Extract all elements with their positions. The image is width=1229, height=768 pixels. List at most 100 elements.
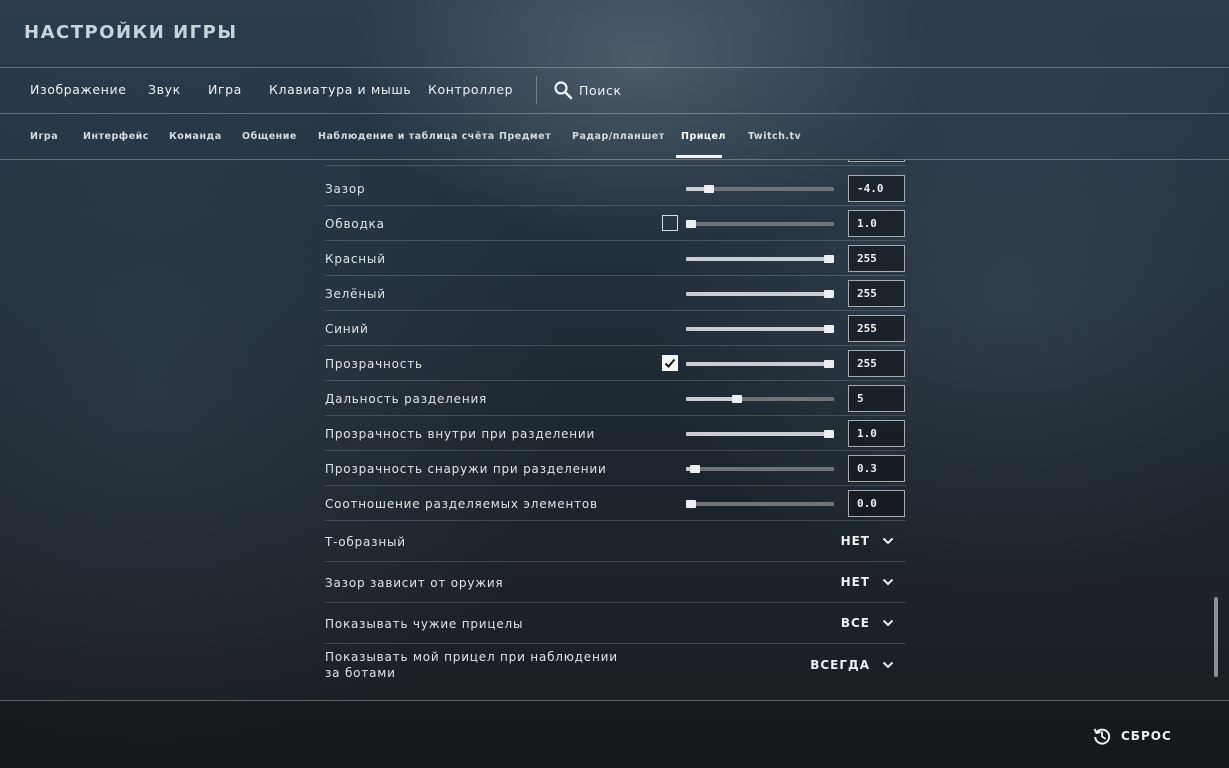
- setting-slider[interactable]: [686, 395, 834, 403]
- scrollbar-thumb[interactable]: [1214, 597, 1218, 677]
- slider-thumb[interactable]: [686, 500, 696, 508]
- setting-row: Соотношение разделяемых элементов 0.0: [325, 486, 906, 521]
- setting-checkbox[interactable]: [662, 355, 678, 371]
- setting-slider[interactable]: [686, 360, 834, 368]
- setting-slider[interactable]: [686, 185, 834, 193]
- setting-row: Прозрачность внутри при разделении 1.0: [325, 416, 906, 451]
- value-input[interactable]: -4.0: [848, 175, 905, 202]
- value-input[interactable]: 255: [848, 245, 905, 272]
- slider-thumb[interactable]: [704, 185, 714, 193]
- subtab-radar[interactable]: Радар/планшет: [572, 131, 665, 142]
- value-input[interactable]: 255: [848, 350, 905, 377]
- setting-label: Соотношение разделяемых элементов: [325, 496, 598, 511]
- settings-panel: Зазор -4.0 Обводка 1.0 Красный 255 Зелёный 255 С…: [0, 160, 1229, 700]
- setting-label: Синий: [325, 321, 369, 336]
- setting-row: Зазор -4.0: [325, 171, 906, 206]
- value-input[interactable]: 1.0: [848, 420, 905, 447]
- subtab-team[interactable]: Команда: [169, 131, 222, 142]
- setting-slider[interactable]: [686, 255, 834, 263]
- subtab-game[interactable]: Игра: [30, 131, 58, 142]
- subtab-crosshair[interactable]: Прицел: [681, 131, 726, 142]
- reset-label: СБРОС: [1121, 729, 1172, 743]
- slider-fill: [686, 397, 737, 401]
- dropdown-label: Зазор зависит от оружия: [325, 576, 504, 590]
- search-button[interactable]: Поиск: [553, 80, 622, 100]
- setting-label: Зелёный: [325, 286, 386, 301]
- dropdown-value: ВСЕГДА: [810, 658, 870, 672]
- header: НАСТРОЙКИ ИГРЫ: [0, 0, 1229, 67]
- subtab-item[interactable]: Предмет: [499, 131, 551, 142]
- chevron-down-icon: [882, 619, 894, 627]
- value-input[interactable]: 255: [848, 280, 905, 307]
- tab-game[interactable]: Игра: [208, 82, 242, 97]
- value-input[interactable]: 0.0: [848, 490, 905, 517]
- setting-slider[interactable]: [686, 220, 834, 228]
- slider-track: [686, 467, 834, 471]
- sub-nav: Игра Интерфейс Команда Общение Наблюдени…: [0, 114, 1229, 159]
- tab-image[interactable]: Изображение: [30, 82, 127, 97]
- dropdown-label-line: Показывать мой прицел при наблюдении: [325, 650, 618, 664]
- reset-button[interactable]: СБРОС: [1092, 726, 1172, 746]
- value-input[interactable]: 5: [848, 385, 905, 412]
- tab-keyboard-mouse[interactable]: Клавиатура и мышь: [269, 82, 411, 97]
- chevron-down-icon: [882, 661, 894, 669]
- setting-row: Прозрачность снаружи при разделении 0.3: [325, 451, 906, 486]
- tab-controller[interactable]: Контроллер: [428, 82, 513, 97]
- dropdown-row: Т-образный НЕТ: [325, 521, 906, 562]
- setting-slider[interactable]: [686, 290, 834, 298]
- dropdown-row: Показывать чужие прицелы ВСЕ: [325, 603, 906, 644]
- tab-sound[interactable]: Звук: [148, 82, 181, 97]
- subtab-twitch[interactable]: Twitch.tv: [748, 131, 801, 142]
- dropdown-label: Т-образный: [325, 535, 406, 549]
- chevron-down-icon: [882, 578, 894, 586]
- setting-row-partial: [325, 160, 906, 166]
- dropdown-select[interactable]: НЕТ: [841, 534, 894, 548]
- setting-slider[interactable]: [686, 465, 834, 473]
- slider-thumb[interactable]: [686, 220, 696, 228]
- subtab-spectating-scoreboard[interactable]: Наблюдение и таблица счёта: [318, 131, 495, 142]
- dropdown-value: НЕТ: [840, 534, 870, 548]
- value-input[interactable]: 1.0: [848, 210, 905, 237]
- value-input[interactable]: [848, 160, 905, 162]
- dropdown-select[interactable]: ВСЕГДА: [810, 658, 894, 672]
- dropdown-row: Показывать мой прицел при наблюдении за б…: [325, 644, 906, 685]
- slider-thumb[interactable]: [732, 395, 742, 403]
- subtab-interface[interactable]: Интерфейс: [83, 131, 149, 142]
- setting-label: Красный: [325, 251, 386, 266]
- dropdown-row: Зазор зависит от оружия НЕТ: [325, 562, 906, 603]
- slider-thumb[interactable]: [824, 360, 834, 368]
- value-input[interactable]: 0.3: [848, 455, 905, 482]
- setting-checkbox[interactable]: [662, 215, 678, 231]
- slider-track: [686, 222, 834, 226]
- setting-label: Зазор: [325, 181, 366, 196]
- slider-fill: [686, 432, 829, 436]
- slider-thumb[interactable]: [824, 430, 834, 438]
- dropdown-select[interactable]: НЕТ: [841, 575, 894, 589]
- setting-slider[interactable]: [686, 500, 834, 508]
- setting-label: Дальность разделения: [325, 391, 488, 406]
- subtab-communication[interactable]: Общение: [242, 131, 297, 142]
- slider-fill: [686, 257, 829, 261]
- slider-thumb[interactable]: [824, 325, 834, 333]
- slider-thumb[interactable]: [690, 465, 700, 473]
- slider-track: [686, 502, 834, 506]
- setting-label: Прозрачность снаружи при разделении: [325, 461, 607, 476]
- setting-row: Дальность разделения 5: [325, 381, 906, 416]
- setting-label: Прозрачность внутри при разделении: [325, 426, 596, 441]
- setting-row: Обводка 1.0: [325, 206, 906, 241]
- slider-thumb[interactable]: [824, 290, 834, 298]
- slider-fill: [686, 362, 829, 366]
- slider-fill: [686, 292, 829, 296]
- setting-row: Зелёный 255: [325, 276, 906, 311]
- slider-thumb[interactable]: [824, 255, 834, 263]
- footer: СБРОС: [0, 701, 1229, 768]
- setting-row: Красный 255: [325, 241, 906, 276]
- page-title: НАСТРОЙКИ ИГРЫ: [24, 22, 238, 43]
- dropdown-value: ВСЕ: [840, 616, 870, 630]
- checkmark-icon: [664, 358, 676, 368]
- chevron-down-icon: [882, 537, 894, 545]
- setting-slider[interactable]: [686, 430, 834, 438]
- setting-slider[interactable]: [686, 325, 834, 333]
- value-input[interactable]: 255: [848, 315, 905, 342]
- dropdown-select[interactable]: ВСЕ: [841, 616, 894, 630]
